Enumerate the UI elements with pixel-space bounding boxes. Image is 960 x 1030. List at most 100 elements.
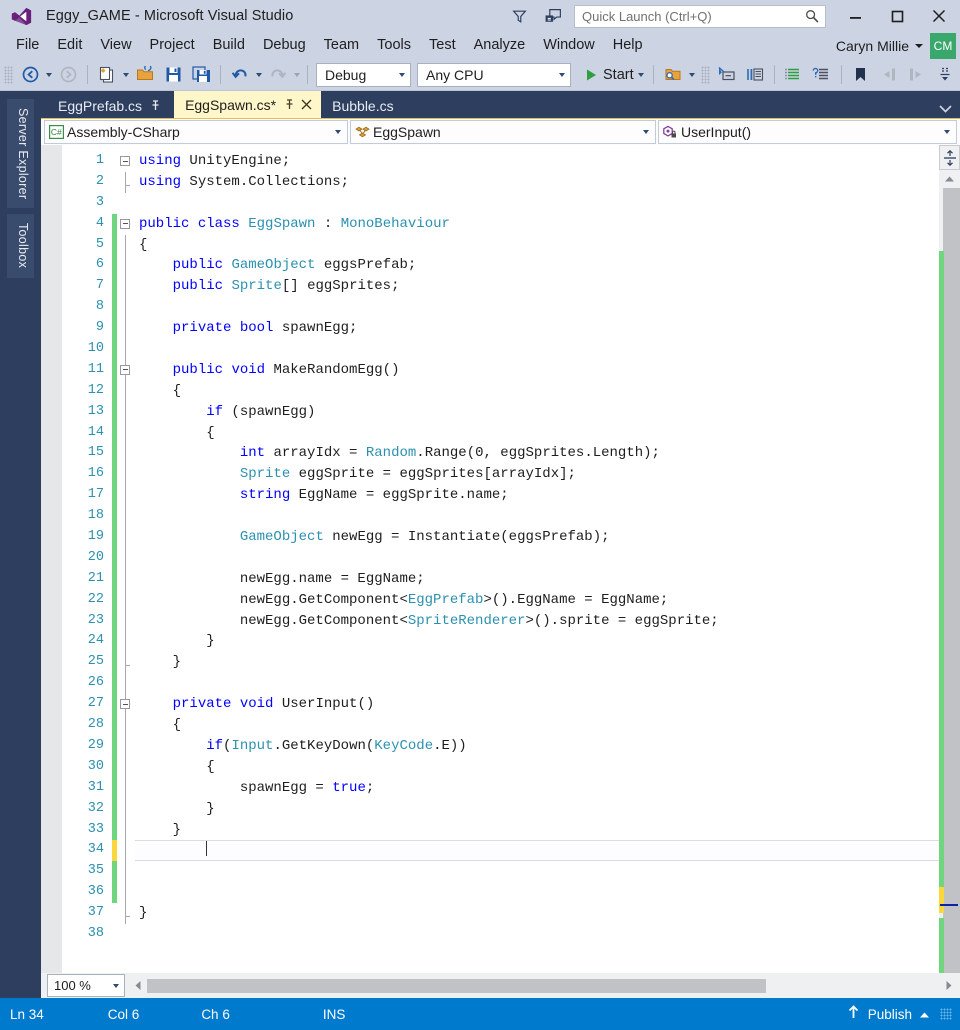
- code-line[interactable]: public Sprite[] eggSprites;: [135, 276, 939, 297]
- code-line[interactable]: {: [135, 423, 939, 444]
- chevron-up-icon[interactable]: [919, 1007, 930, 1022]
- menu-project[interactable]: Project: [141, 35, 204, 56]
- code-line[interactable]: if(Input.GetKeyDown(KeyCode.E)): [135, 736, 939, 757]
- tab-bubble-cs[interactable]: Bubble.cs: [321, 93, 410, 118]
- code-line[interactable]: [135, 193, 939, 214]
- code-line[interactable]: GameObject newEgg = Instantiate(eggsPref…: [135, 527, 939, 548]
- fold-cell[interactable]: [117, 151, 135, 172]
- code-line[interactable]: [135, 673, 939, 694]
- toolbar-grip[interactable]: [700, 65, 710, 84]
- close-button[interactable]: [918, 0, 960, 32]
- code-line[interactable]: [135, 924, 939, 945]
- code-line[interactable]: public void MakeRandomEgg(): [135, 360, 939, 381]
- code-line[interactable]: {: [135, 715, 939, 736]
- code-line[interactable]: newEgg.GetComponent<EggPrefab>().EggName…: [135, 590, 939, 611]
- pin-icon[interactable]: [150, 100, 161, 111]
- menu-file[interactable]: File: [7, 35, 48, 56]
- status-publish-area[interactable]: Publish: [847, 1005, 952, 1023]
- fold-toggle-icon[interactable]: [120, 218, 130, 229]
- maximize-button[interactable]: [876, 0, 918, 32]
- step-into-icon[interactable]: [713, 63, 741, 87]
- fold-cell[interactable]: [117, 214, 135, 235]
- code-line[interactable]: private void UserInput(): [135, 694, 939, 715]
- uncomment-selection-icon[interactable]: [808, 63, 836, 87]
- fold-toggle-icon[interactable]: [120, 364, 130, 375]
- code-line[interactable]: {: [135, 381, 939, 402]
- find-in-files-icon[interactable]: [659, 63, 687, 87]
- tab-list-chevron-down-icon[interactable]: [939, 104, 952, 113]
- save-icon[interactable]: [159, 63, 187, 87]
- code-line[interactable]: }: [135, 903, 939, 924]
- chevron-down-icon[interactable]: [329, 130, 347, 134]
- new-item-dropdown[interactable]: [121, 72, 131, 77]
- open-file-icon[interactable]: [131, 63, 159, 87]
- pin-icon[interactable]: [284, 99, 295, 110]
- code-editor[interactable]: 1 2 3 4 5 6 7 8 9 10 11 12 13 14 15 16 17 18 19 20 21 22 23 24 2…: [41, 145, 960, 973]
- chevron-down-icon[interactable]: [915, 43, 923, 48]
- fold-cell[interactable]: [117, 359, 135, 381]
- horizontal-scrollbar[interactable]: [129, 976, 958, 995]
- chevron-down-icon[interactable]: [553, 72, 570, 77]
- code-line[interactable]: string EggName = eggSprite.name;: [135, 485, 939, 506]
- sidebar-item-toolbox[interactable]: Toolbox: [7, 214, 34, 278]
- navigate-back-icon[interactable]: [16, 63, 44, 87]
- sidebar-item-server-explorer[interactable]: Server Explorer: [7, 99, 34, 209]
- avatar[interactable]: CM: [930, 32, 956, 59]
- undo-dropdown[interactable]: [254, 72, 264, 77]
- navbar-project-combo[interactable]: C# Assembly-CSharp: [44, 120, 348, 144]
- code-text-area[interactable]: using UnityEngine; using System.Collectio…: [135, 145, 939, 973]
- find-dropdown[interactable]: [687, 72, 697, 77]
- start-dropdown-icon[interactable]: [637, 72, 644, 77]
- tab-eggprefab-cs[interactable]: EggPrefab.cs: [47, 93, 174, 118]
- solution-platform-combo[interactable]: Any CPU: [417, 62, 571, 87]
- code-line[interactable]: private bool spawnEgg;: [135, 318, 939, 339]
- menu-analyze[interactable]: Analyze: [465, 35, 535, 56]
- fold-cell[interactable]: [117, 694, 135, 716]
- minimize-button[interactable]: [834, 0, 876, 32]
- code-line[interactable]: }: [135, 820, 939, 841]
- close-icon[interactable]: [301, 99, 312, 110]
- menu-build[interactable]: Build: [204, 35, 254, 56]
- code-line[interactable]: [135, 297, 939, 318]
- code-line[interactable]: }: [135, 652, 939, 673]
- feedback-icon[interactable]: [536, 0, 570, 32]
- step-over-icon[interactable]: [741, 63, 769, 87]
- navbar-member-combo[interactable]: UserInput(): [658, 120, 957, 144]
- fold-toggle-icon[interactable]: [120, 156, 130, 166]
- menu-tools[interactable]: Tools: [368, 35, 420, 56]
- hscroll-track[interactable]: [147, 977, 940, 994]
- code-line[interactable]: Sprite eggSprite = eggSprites[arrayIdx];: [135, 464, 939, 485]
- chevron-down-icon[interactable]: [637, 130, 655, 134]
- navigate-back-dropdown[interactable]: [44, 72, 54, 77]
- code-line[interactable]: [135, 506, 939, 527]
- bookmark-icon[interactable]: [847, 63, 875, 87]
- scroll-up-arrow-icon[interactable]: [939, 170, 960, 188]
- menu-debug[interactable]: Debug: [254, 35, 315, 56]
- filter-icon[interactable]: [502, 0, 536, 32]
- breakpoint-margin[interactable]: [41, 145, 62, 973]
- code-line[interactable]: spawnEgg = true;: [135, 778, 939, 799]
- code-line[interactable]: int arrayIdx = Random.Range(0, eggSprite…: [135, 443, 939, 464]
- code-line[interactable]: using UnityEngine;: [135, 151, 939, 172]
- resize-grip[interactable]: [940, 1008, 952, 1020]
- toolbar-overflow-icon[interactable]: [931, 63, 959, 87]
- fold-toggle-icon[interactable]: [120, 699, 130, 710]
- scrollbar-thumb[interactable]: [943, 188, 960, 973]
- menu-window[interactable]: Window: [534, 35, 604, 56]
- code-line[interactable]: }: [135, 631, 939, 652]
- code-line[interactable]: }: [135, 799, 939, 820]
- solution-configuration-combo[interactable]: Debug: [316, 62, 411, 87]
- start-debug-button[interactable]: Start: [580, 63, 648, 87]
- chevron-down-icon[interactable]: [108, 983, 124, 988]
- code-line[interactable]: [135, 548, 939, 569]
- new-item-icon[interactable]: [93, 63, 121, 87]
- code-line[interactable]: {: [135, 757, 939, 778]
- split-view-icon[interactable]: [939, 145, 960, 170]
- code-line[interactable]: if (spawnEgg): [135, 402, 939, 423]
- code-line[interactable]: newEgg.name = EggName;: [135, 569, 939, 590]
- code-line[interactable]: public GameObject eggsPrefab;: [135, 255, 939, 276]
- navbar-type-combo[interactable]: EggSpawn: [350, 120, 656, 144]
- code-line[interactable]: [135, 882, 939, 903]
- code-line[interactable]: using System.Collections;: [135, 172, 939, 193]
- code-line-current[interactable]: [135, 840, 939, 862]
